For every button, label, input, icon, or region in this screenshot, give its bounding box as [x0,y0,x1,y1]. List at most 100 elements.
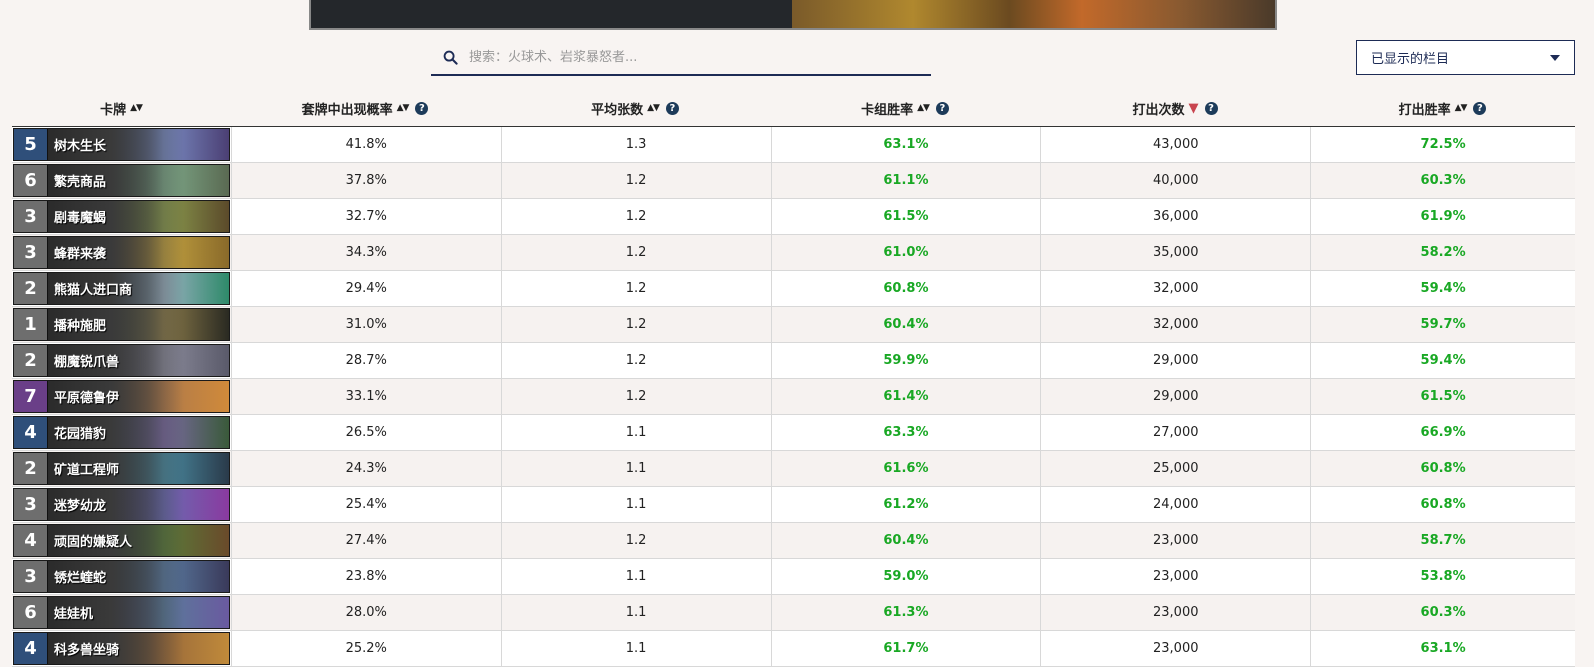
search-input[interactable] [465,48,931,66]
table-row[interactable]: 2 矿道工程师 24.3% 1.1 61.6% 25,000 60.8% [12,451,1575,487]
card-tile[interactable]: 4 科多兽坐骑 [13,632,230,665]
avg-copies-cell: 1.1 [500,559,771,594]
table-row[interactable]: 4 科多兽坐骑 25.2% 1.1 61.7% 23,000 63.1% [12,631,1575,667]
table-row[interactable]: 4 花园猎豹 26.5% 1.1 63.3% 27,000 66.9% [12,415,1575,451]
times-played-cell: 23,000 [1040,523,1310,558]
card-tile[interactable]: 5 树木生长 [13,128,230,161]
deck-winrate-cell: 61.0% [770,235,1041,270]
table-row[interactable]: 3 迷梦幼龙 25.4% 1.1 61.2% 24,000 60.8% [12,487,1575,523]
help-icon[interactable]: ? [665,101,679,115]
card-name: 娃娃机 [48,597,229,628]
header-times-played[interactable]: 打出次数 ▼ ? [1040,92,1310,124]
card-tile[interactable]: 2 矿道工程师 [13,452,230,485]
help-icon[interactable]: ? [1473,101,1487,115]
played-winrate-cell: 60.3% [1310,163,1575,198]
card-cell[interactable]: 4 花园猎豹 [12,415,231,450]
card-cell[interactable]: 3 锈烂蝰蛇 [12,559,231,594]
card-cell[interactable]: 1 播种施肥 [12,307,231,342]
sort-desc-icon[interactable]: ▼ [1189,102,1199,115]
times-played-cell: 23,000 [1040,631,1310,666]
card-cell[interactable]: 2 矿道工程师 [12,451,231,486]
card-table: 5 树木生长 41.8% 1.3 63.1% 43,000 72.5% 6 繁壳商品 37.8% 1… [12,127,1575,667]
card-tile[interactable]: 1 播种施肥 [13,308,230,341]
card-tile[interactable]: 6 娃娃机 [13,596,230,629]
card-cell[interactable]: 3 迷梦幼龙 [12,487,231,522]
columns-dropdown[interactable]: 已显示的栏目 [1356,40,1575,75]
mana-cost: 3 [14,489,48,520]
table-row[interactable]: 5 树木生长 41.8% 1.3 63.1% 43,000 72.5% [12,127,1575,163]
sort-icon[interactable]: ▲▼ [917,103,930,113]
deck-winrate-cell: 59.9% [770,343,1041,378]
card-cell[interactable]: 4 科多兽坐骑 [12,631,231,666]
sort-icon[interactable]: ▲▼ [397,103,410,113]
card-cell[interactable]: 3 剧毒魔蝎 [12,199,231,234]
table-row[interactable]: 4 顽固的嫌疑人 27.4% 1.2 60.4% 23,000 58.7% [12,523,1575,559]
played-winrate-cell: 72.5% [1310,127,1575,162]
card-cell[interactable]: 2 棚魔锐爪兽 [12,343,231,378]
header-card[interactable]: 卡牌 ▲▼ [12,92,230,124]
table-row[interactable]: 3 蜂群来袭 34.3% 1.2 61.0% 35,000 58.2% [12,235,1575,271]
help-icon[interactable]: ? [935,101,949,115]
search-bar[interactable] [431,40,931,76]
card-cell[interactable]: 6 娃娃机 [12,595,231,630]
times-played-cell: 25,000 [1040,451,1310,486]
played-winrate-cell: 60.8% [1310,451,1575,486]
table-row[interactable]: 7 平原德鲁伊 33.1% 1.2 61.4% 29,000 61.5% [12,379,1575,415]
mana-cost: 2 [14,453,48,484]
mana-cost: 5 [14,129,48,160]
card-name: 繁壳商品 [48,165,229,196]
deck-winrate-cell: 61.4% [770,379,1041,414]
table-row[interactable]: 3 锈烂蝰蛇 23.8% 1.1 59.0% 23,000 53.8% [12,559,1575,595]
card-name: 锈烂蝰蛇 [48,561,229,592]
table-row[interactable]: 2 棚魔锐爪兽 28.7% 1.2 59.9% 29,000 59.4% [12,343,1575,379]
avg-copies-cell: 1.1 [500,631,771,666]
card-tile[interactable]: 7 平原德鲁伊 [13,380,230,413]
inclusion-cell: 31.0% [230,307,501,342]
card-name: 矿道工程师 [48,453,229,484]
mana-cost: 4 [14,525,48,556]
help-icon[interactable]: ? [415,101,429,115]
header-deck-winrate[interactable]: 卡组胜率 ▲▼ ? [770,92,1040,124]
sort-icon[interactable]: ▲▼ [130,103,143,113]
card-tile[interactable]: 4 花园猎豹 [13,416,230,449]
card-tile[interactable]: 2 熊猫人进口商 [13,272,230,305]
card-tile[interactable]: 4 顽固的嫌疑人 [13,524,230,557]
card-cell[interactable]: 5 树木生长 [12,127,231,162]
card-cell[interactable]: 4 顽固的嫌疑人 [12,523,231,558]
sort-icon[interactable]: ▲▼ [1455,103,1468,113]
banner-art [792,0,1275,28]
inclusion-cell: 28.0% [230,595,501,630]
help-icon[interactable]: ? [1204,101,1218,115]
avg-copies-cell: 1.2 [500,199,771,234]
card-cell[interactable]: 7 平原德鲁伊 [12,379,231,414]
table-row[interactable]: 2 熊猫人进口商 29.4% 1.2 60.8% 32,000 59.4% [12,271,1575,307]
card-tile[interactable]: 3 迷梦幼龙 [13,488,230,521]
card-tile[interactable]: 3 蜂群来袭 [13,236,230,269]
played-winrate-cell: 53.8% [1310,559,1575,594]
times-played-cell: 24,000 [1040,487,1310,522]
card-cell[interactable]: 2 熊猫人进口商 [12,271,231,306]
sort-icon[interactable]: ▲▼ [647,103,660,113]
card-tile[interactable]: 3 剧毒魔蝎 [13,200,230,233]
search-icon[interactable] [435,42,465,72]
table-row[interactable]: 6 繁壳商品 37.8% 1.2 61.1% 40,000 60.3% [12,163,1575,199]
inclusion-cell: 32.7% [230,199,501,234]
card-tile[interactable]: 6 繁壳商品 [13,164,230,197]
card-name: 花园猎豹 [48,417,229,448]
header-inclusion[interactable]: 套牌中出现概率 ▲▼ ? [230,92,500,124]
mana-cost: 3 [14,561,48,592]
avg-copies-cell: 1.1 [500,487,771,522]
inclusion-cell: 26.5% [230,415,501,450]
table-row[interactable]: 3 剧毒魔蝎 32.7% 1.2 61.5% 36,000 61.9% [12,199,1575,235]
card-tile[interactable]: 3 锈烂蝰蛇 [13,560,230,593]
card-cell[interactable]: 3 蜂群来袭 [12,235,231,270]
card-tile[interactable]: 2 棚魔锐爪兽 [13,344,230,377]
table-row[interactable]: 6 娃娃机 28.0% 1.1 61.3% 23,000 60.3% [12,595,1575,631]
deck-winrate-cell: 61.1% [770,163,1041,198]
table-row[interactable]: 1 播种施肥 31.0% 1.2 60.4% 32,000 59.7% [12,307,1575,343]
card-cell[interactable]: 6 繁壳商品 [12,163,231,198]
header-avg-copies[interactable]: 平均张数 ▲▼ ? [500,92,770,124]
card-name: 棚魔锐爪兽 [48,345,229,376]
header-played-winrate[interactable]: 打出胜率 ▲▼ ? [1310,92,1575,124]
header-avg-copies-label: 平均张数 [591,102,644,118]
